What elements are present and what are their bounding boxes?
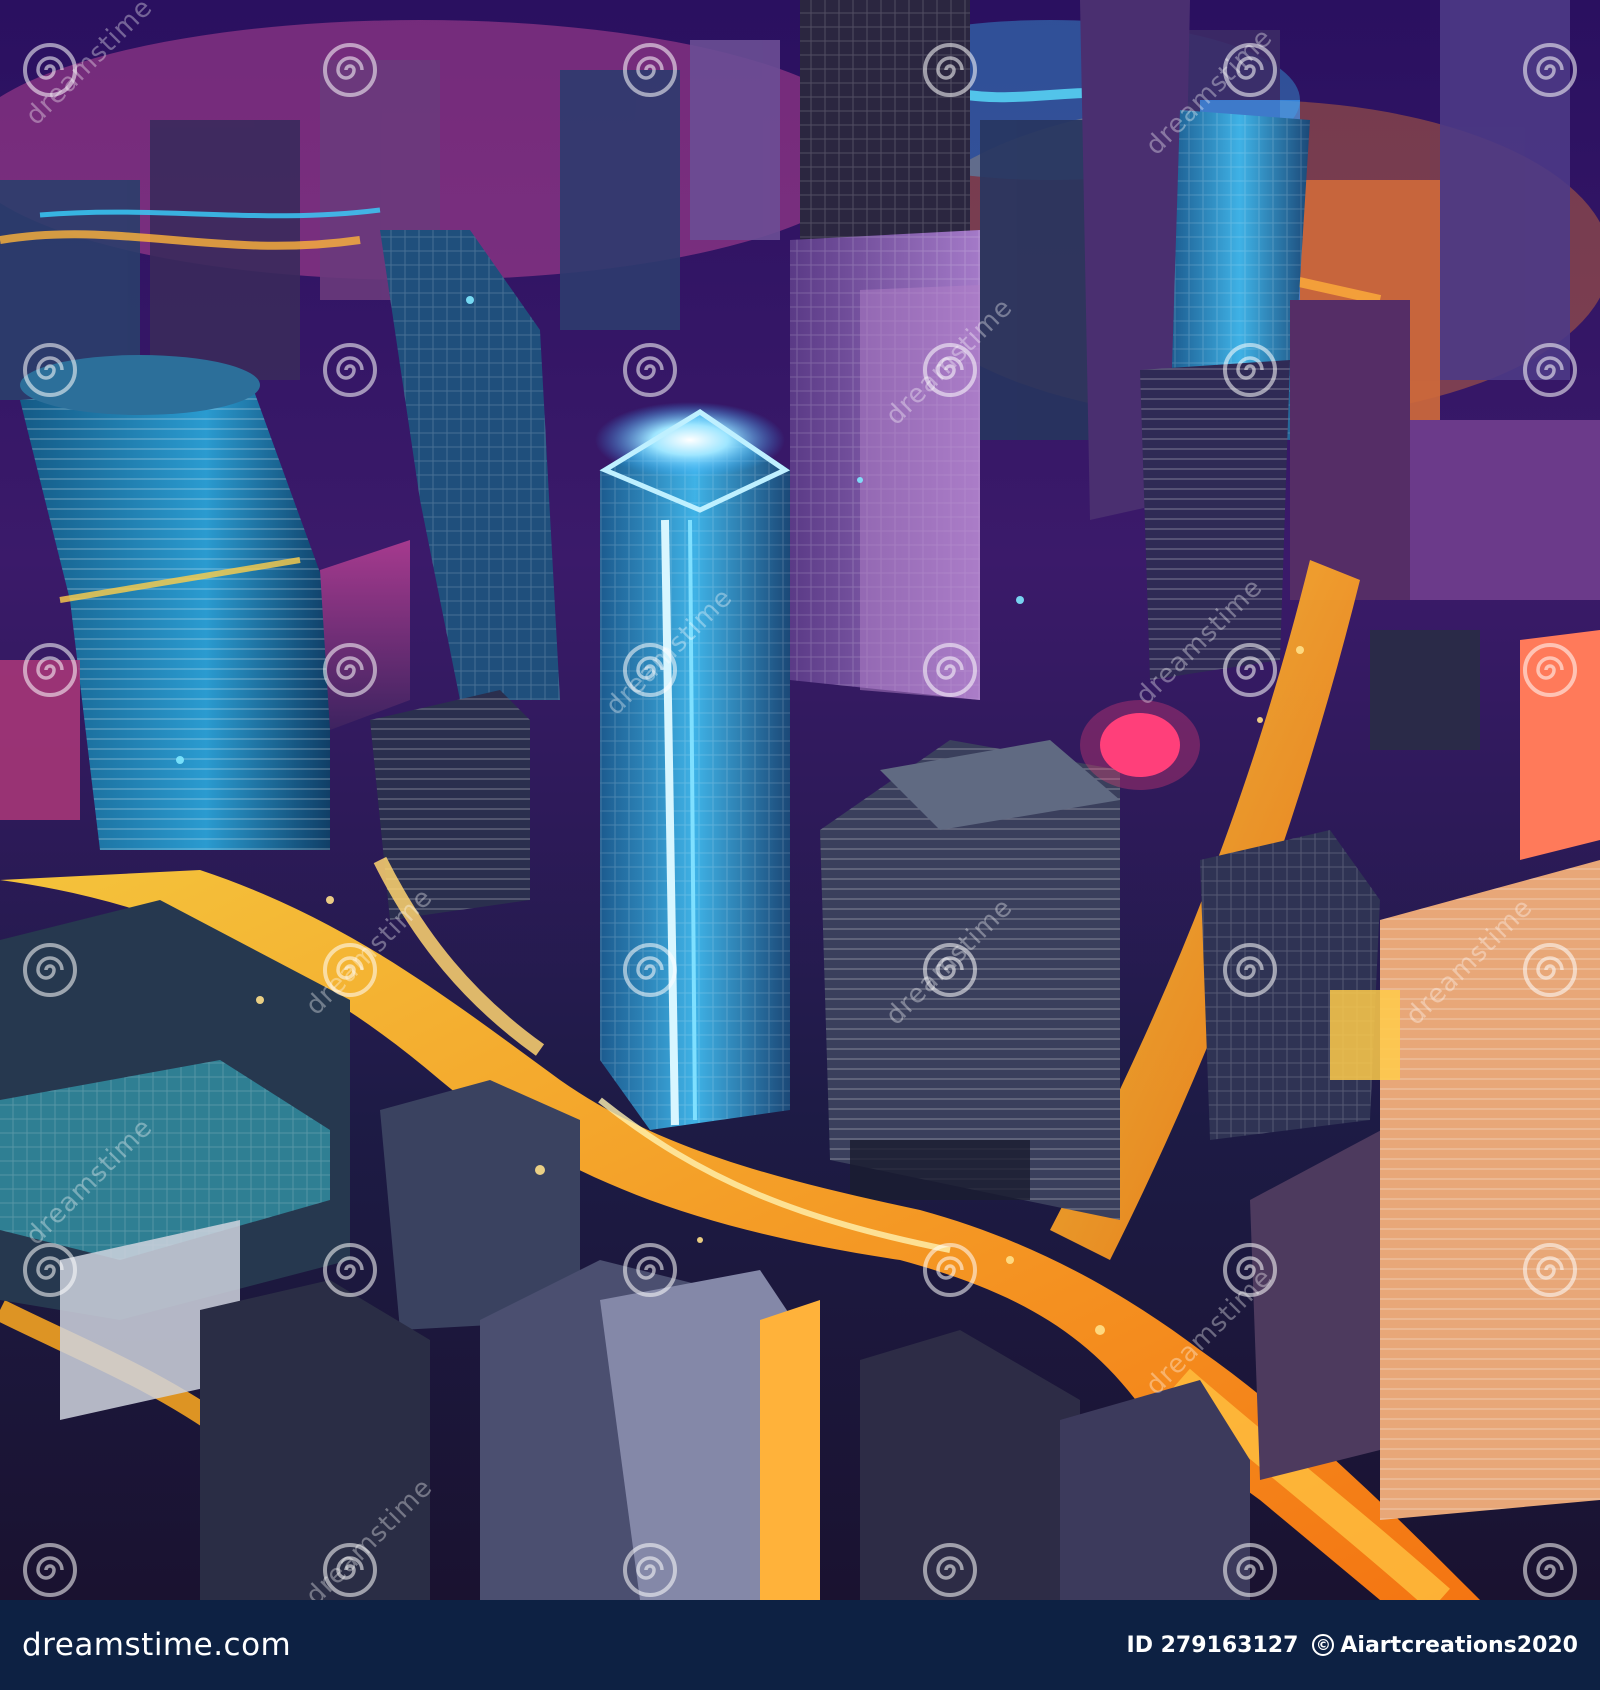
stock-photo-page: dreamstime dreamstime dreamstime dreamstime… bbox=[0, 0, 1600, 1690]
author-name[interactable]: Aiartcreations2020 bbox=[1340, 1633, 1578, 1658]
footer-bar: dreamstime.com ID 279163127 © Aiartcreat… bbox=[0, 1600, 1600, 1690]
image-id: ID 279163127 bbox=[1126, 1632, 1299, 1658]
copyright-icon: © bbox=[1312, 1634, 1335, 1656]
dreamstime-logo[interactable]: dreamstime.com bbox=[22, 1627, 291, 1663]
author-credit: © Aiartcreations2020 bbox=[1312, 1633, 1578, 1658]
image-credit: ID 279163127 © Aiartcreations2020 bbox=[1127, 1633, 1578, 1658]
cityscape-photo bbox=[0, 0, 1600, 1600]
